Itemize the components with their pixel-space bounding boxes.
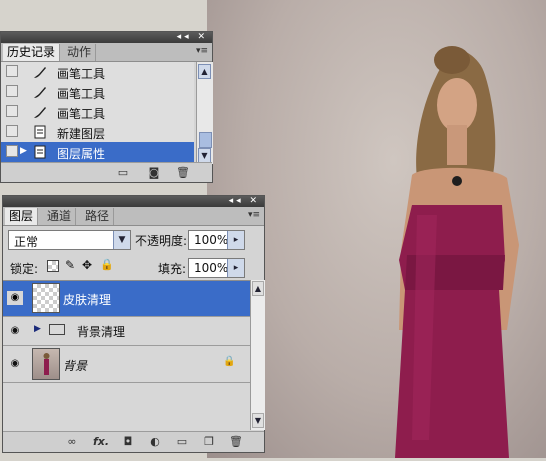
fill-label: 填充: (158, 262, 187, 276)
folder-icon[interactable]: ▭ (175, 436, 189, 448)
scroll-down-icon[interactable]: ▼ (252, 413, 264, 428)
panel-menu-icon[interactable]: ▾≡ (248, 210, 260, 221)
trash-icon[interactable]: 🗑 (176, 167, 190, 179)
layer-row[interactable]: ◉ 皮肤清理 (3, 281, 250, 317)
opacity-value: 100% (194, 233, 229, 247)
collapse-close-icons[interactable]: ◂◂ ✕ (177, 32, 208, 43)
expand-triangle-icon[interactable]: ▶ (34, 324, 41, 334)
tab-channels[interactable]: 通道 (43, 208, 77, 225)
layers-titlebar[interactable]: ◂◂ ✕ (3, 196, 264, 207)
layer-name: 背景 (63, 359, 88, 373)
visibility-eye-icon[interactable]: ◉ (7, 324, 23, 338)
trash-icon[interactable]: 🗑 (229, 436, 243, 448)
history-panel: ◂◂ ✕ 历史记录 动作 ▾≡ 画笔工具 画笔工具 画笔工具 新建图层 ▶ 图层… (0, 31, 213, 183)
layer-thumbnail (32, 283, 60, 313)
scroll-thumb[interactable] (199, 132, 212, 148)
layers-footer: ∞ fx. ◘ ◐ ▭ ❐ 🗑 (3, 431, 264, 452)
panel-menu-icon[interactable]: ▾≡ (196, 46, 208, 57)
new-layer-icon[interactable]: ❐ (202, 436, 216, 448)
history-item-label: 画笔工具 (57, 87, 106, 101)
brush-icon (32, 64, 48, 80)
opacity-arrow-icon[interactable]: ▸ (227, 231, 244, 249)
scroll-up-icon[interactable]: ▲ (198, 64, 211, 79)
history-tabs: 历史记录 动作 ▾≡ (1, 43, 212, 62)
fill-arrow-icon[interactable]: ▸ (227, 259, 244, 277)
history-item-label: 画笔工具 (57, 107, 106, 121)
layers-tabs: 图层 通道 路径 ▾≡ (3, 207, 264, 226)
document-icon (32, 124, 48, 140)
fill-value: 100% (194, 261, 229, 275)
layers-scrollbar[interactable]: ▲ ▼ (250, 280, 265, 430)
history-item[interactable]: 画笔工具 (1, 102, 194, 123)
history-source-checkbox[interactable] (6, 65, 18, 77)
fx-icon[interactable]: fx. (93, 436, 109, 448)
tab-layers[interactable]: 图层 (5, 208, 39, 225)
fill-field[interactable]: 100% ▸ (188, 258, 245, 278)
current-state-arrow-icon: ▶ (20, 146, 27, 156)
blend-mode-value: 正常 (14, 235, 39, 249)
history-item[interactable]: ▶ 图层属性 (1, 142, 194, 163)
layer-name: 皮肤清理 (63, 293, 112, 307)
lock-position-move-icon[interactable]: ✥ (82, 258, 92, 272)
lock-pixels-brush-icon[interactable]: ✎ (65, 258, 75, 272)
scroll-up-icon[interactable]: ▲ (252, 281, 264, 296)
layer-thumbnail (32, 348, 60, 380)
history-footer: ▭ ◙ 🗑 (1, 162, 212, 182)
history-source-checkbox[interactable] (6, 125, 18, 137)
chevron-down-icon[interactable]: ▼ (113, 231, 130, 249)
mask-icon[interactable]: ◘ (121, 436, 135, 448)
tab-history[interactable]: 历史记录 (3, 44, 61, 61)
layer-row[interactable]: ◉ 背景 🔒 (3, 346, 250, 383)
history-source-checkbox[interactable] (6, 85, 18, 97)
layers-panel: ◂◂ ✕ 图层 通道 路径 ▾≡ 正常 ▼ 不透明度: 100% ▸ 锁定: ✎… (2, 195, 265, 453)
opacity-label: 不透明度: (135, 234, 188, 248)
lock-label: 锁定: (10, 262, 39, 276)
brush-icon (32, 84, 48, 100)
layer-name: 背景清理 (77, 325, 126, 339)
link-icon[interactable]: ∞ (65, 436, 79, 448)
collapse-close-icons[interactable]: ◂◂ ✕ (229, 196, 260, 207)
tab-actions[interactable]: 动作 (63, 44, 97, 61)
layer-group-row[interactable]: ◉ ▶ 背景清理 (3, 317, 250, 346)
opacity-field[interactable]: 100% ▸ (188, 230, 245, 250)
document-icon (32, 144, 48, 160)
history-item[interactable]: 画笔工具 (1, 62, 194, 83)
history-item-label: 新建图层 (57, 127, 106, 141)
history-scrollbar[interactable]: ▲ ▼ (196, 62, 213, 164)
tab-paths[interactable]: 路径 (81, 208, 115, 225)
lock-transparent-icon[interactable] (47, 260, 59, 272)
brush-icon (32, 104, 48, 120)
lock-icon: 🔒 (223, 356, 236, 367)
history-source-checkbox[interactable] (6, 145, 18, 157)
scroll-down-icon[interactable]: ▼ (198, 148, 211, 163)
layer-list: ◉ 皮肤清理 ◉ ▶ 背景清理 ◉ 背景 🔒 (3, 280, 250, 431)
folder-icon (49, 324, 65, 335)
history-item-label: 画笔工具 (57, 67, 106, 81)
new-document-from-state-icon[interactable]: ▭ (116, 167, 130, 179)
history-titlebar[interactable]: ◂◂ ✕ (1, 32, 212, 43)
blend-mode-select[interactable]: 正常 ▼ (8, 230, 131, 250)
history-item[interactable]: 新建图层 (1, 122, 194, 143)
visibility-eye-icon[interactable]: ◉ (7, 357, 23, 371)
history-item[interactable]: 画笔工具 (1, 82, 194, 103)
history-list: 画笔工具 画笔工具 画笔工具 新建图层 ▶ 图层属性 (1, 62, 196, 164)
lock-all-icon[interactable]: 🔒 (100, 258, 114, 271)
history-item-label: 图层属性 (57, 147, 106, 161)
adjustment-icon[interactable]: ◐ (148, 436, 162, 448)
history-source-checkbox[interactable] (6, 105, 18, 117)
visibility-eye-icon[interactable]: ◉ (7, 291, 23, 305)
snapshot-icon[interactable]: ◙ (147, 167, 161, 179)
